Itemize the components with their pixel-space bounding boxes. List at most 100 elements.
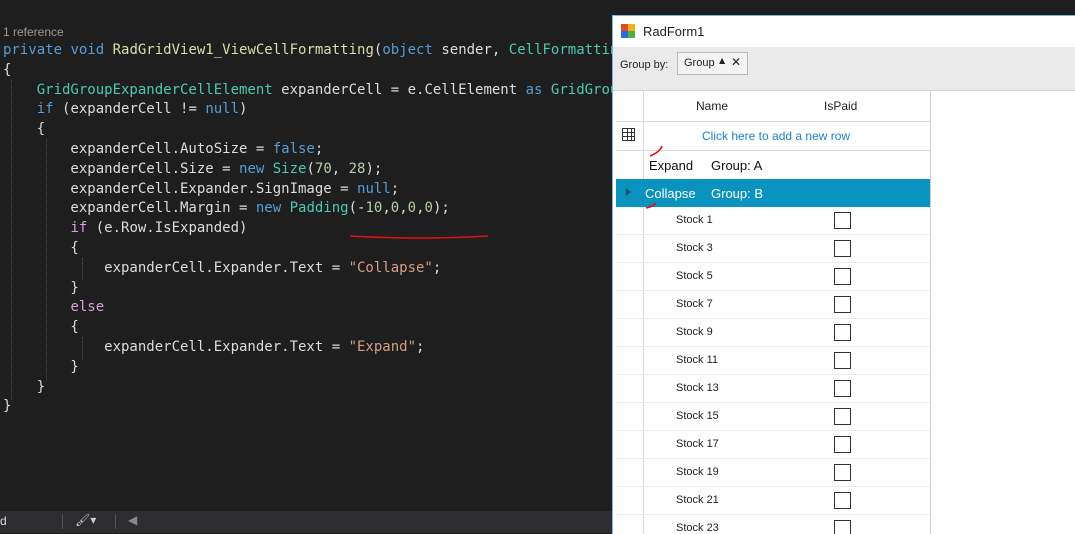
group-expander[interactable]: Expand: [649, 158, 693, 173]
cell-name: Stock 21: [676, 494, 719, 506]
group-by-panel: Group by: Group ▲ ✕: [613, 47, 1075, 91]
code-line[interactable]: GridGroupExpanderCellElement expanderCel…: [3, 80, 612, 100]
code-token: }: [3, 378, 46, 395]
code-token: 10: [365, 200, 383, 217]
code-line[interactable]: expanderCell.Expander.SignImage = null;: [3, 179, 399, 199]
radform-window: RadForm1 Group by: Group ▲ ✕ Name IsPaid…: [612, 15, 1075, 534]
table-row[interactable]: Stock 19: [616, 459, 930, 487]
code-token: 0: [390, 200, 400, 217]
ispaid-checkbox[interactable]: [834, 408, 851, 425]
code-token: expanderCell.AutoSize =: [3, 141, 273, 157]
title-bar[interactable]: RadForm1: [613, 16, 1075, 47]
code-editor[interactable]: 1 reference private void RadGridView1_Vi…: [0, 0, 612, 533]
code-token: else: [70, 299, 105, 316]
cell-name: Stock 5: [676, 270, 713, 282]
ispaid-checkbox[interactable]: [834, 464, 851, 481]
table-row[interactable]: Stock 13: [616, 375, 930, 403]
code-line[interactable]: {: [3, 119, 45, 139]
scroll-left-icon[interactable]: ◀: [128, 513, 137, 527]
code-token: ;: [314, 141, 324, 157]
new-row-grid-icon: [622, 128, 635, 141]
current-row-arrow-icon: [626, 188, 631, 196]
table-row[interactable]: Stock 3: [616, 235, 930, 263]
table-row[interactable]: Stock 21: [616, 487, 930, 515]
group-by-label: Group by:: [620, 59, 669, 71]
ispaid-checkbox[interactable]: [834, 520, 851, 534]
column-header-name[interactable]: Name: [696, 99, 728, 113]
indent-guide: [11, 80, 12, 400]
group-expander[interactable]: Collapse: [645, 186, 696, 201]
column-header-row: Name IsPaid: [616, 91, 930, 122]
cell-name: Stock 17: [676, 438, 719, 450]
code-line[interactable]: expanderCell.Margin = new Padding(-10,0,…: [3, 198, 450, 218]
ispaid-checkbox[interactable]: [834, 324, 851, 341]
code-token: 0: [407, 200, 417, 217]
code-token: Size: [272, 160, 307, 177]
code-token: (: [306, 160, 315, 177]
ispaid-checkbox[interactable]: [834, 436, 851, 453]
code-line[interactable]: {: [3, 238, 78, 258]
column-header-ispaid[interactable]: IsPaid: [824, 99, 857, 113]
group-row-b[interactable]: Collapse Group: B: [616, 179, 930, 207]
table-row[interactable]: Stock 9: [616, 319, 930, 347]
code-token: GridGroupExpanderCellElement: [36, 81, 273, 98]
code-token: }: [3, 358, 79, 375]
code-token: "Expand": [348, 339, 417, 355]
status-text: d: [0, 514, 7, 528]
code-line[interactable]: expanderCell.AutoSize = false;: [3, 139, 323, 159]
table-row[interactable]: Stock 17: [616, 431, 930, 459]
table-row[interactable]: Stock 7: [616, 291, 930, 319]
code-line[interactable]: private void RadGridView1_ViewCellFormat…: [3, 40, 612, 60]
ispaid-checkbox[interactable]: [834, 352, 851, 369]
table-row[interactable]: Stock 1: [616, 207, 930, 235]
brush-icon[interactable]: 🖌▾: [75, 513, 96, 527]
code-line[interactable]: if (e.Row.IsExpanded): [3, 218, 247, 238]
table-row[interactable]: Stock 23: [616, 515, 930, 534]
cell-name: Stock 15: [676, 410, 719, 422]
close-icon[interactable]: ✕: [731, 55, 741, 69]
code-line[interactable]: expanderCell.Expander.Text = "Collapse";: [3, 258, 441, 278]
table-row[interactable]: Stock 5: [616, 263, 930, 291]
new-row[interactable]: Click here to add a new row: [616, 122, 930, 151]
code-token: if: [36, 101, 63, 118]
code-line[interactable]: }: [3, 377, 45, 397]
table-row[interactable]: Stock 11: [616, 347, 930, 375]
code-token: as: [525, 81, 551, 98]
group-row-a[interactable]: Expand Group: A: [616, 151, 930, 179]
code-line[interactable]: }: [3, 357, 79, 377]
code-token: ;: [416, 339, 425, 355]
code-line[interactable]: if (expanderCell != null): [3, 99, 248, 119]
code-token: void: [70, 42, 113, 58]
code-line[interactable]: }: [3, 278, 78, 298]
ispaid-checkbox[interactable]: [834, 296, 851, 313]
code-token: 28: [348, 160, 366, 177]
sort-ascending-icon[interactable]: ▲: [719, 56, 725, 65]
code-token: if: [70, 220, 96, 237]
code-token: {: [3, 121, 46, 138]
codelens-references[interactable]: 1 reference: [3, 25, 64, 39]
code-line[interactable]: expanderCell.Size = new Size(70, 28);: [3, 159, 382, 179]
rad-grid-view[interactable]: Name IsPaid Click here to add a new row …: [616, 91, 931, 534]
code-token: expanderCell.Expander.Text =: [3, 259, 349, 276]
ispaid-checkbox[interactable]: [834, 380, 851, 397]
code-line[interactable]: expanderCell.Expander.Text = "Expand";: [3, 337, 424, 357]
code-token: (-: [348, 200, 366, 217]
code-token: ,: [416, 200, 425, 217]
code-line[interactable]: {: [3, 317, 78, 337]
ispaid-checkbox[interactable]: [834, 268, 851, 285]
new-row-text[interactable]: Click here to add a new row: [702, 129, 850, 143]
code-token: expanderCell.Size =: [3, 160, 240, 177]
code-token: expanderCell.Expander.Text =: [3, 339, 349, 355]
ispaid-checkbox[interactable]: [834, 240, 851, 257]
code-token: CellFormattingEventArgs: [508, 42, 612, 58]
ispaid-checkbox[interactable]: [834, 492, 851, 509]
code-token: ,: [331, 160, 349, 177]
code-line[interactable]: else: [3, 297, 104, 317]
table-row[interactable]: Stock 15: [616, 403, 930, 431]
group-chip[interactable]: Group ▲ ✕: [677, 52, 748, 75]
code-token: }: [3, 398, 12, 415]
ispaid-checkbox[interactable]: [834, 212, 851, 229]
code-token: );: [432, 200, 450, 217]
code-line[interactable]: {: [3, 60, 11, 80]
